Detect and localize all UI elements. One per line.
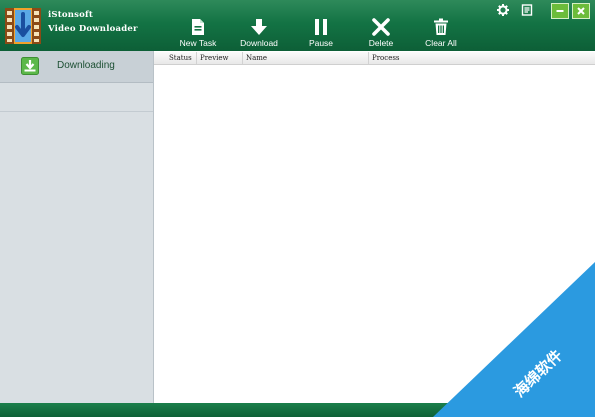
- table-header: Status Preview Name Process: [154, 52, 595, 65]
- title-bar: iStonsoft Video Downloader New Task Down…: [0, 0, 595, 51]
- new-task-label: New Task: [179, 38, 217, 48]
- sidebar: Downloading: [0, 51, 154, 403]
- download-icon: [21, 57, 39, 75]
- log-notes-icon[interactable]: [519, 3, 535, 17]
- column-header-status[interactable]: Status: [166, 52, 197, 64]
- close-x-icon: [372, 18, 390, 36]
- sidebar-item-label: Downloading: [57, 60, 115, 71]
- trash-icon: [434, 18, 448, 35]
- download-list: Status Preview Name Process: [154, 51, 595, 403]
- minimize-icon[interactable]: [551, 3, 569, 19]
- column-header-process[interactable]: Process: [369, 52, 595, 64]
- app-title-line2: Video Downloader: [48, 24, 138, 34]
- sidebar-item-downloading[interactable]: Downloading: [0, 51, 153, 83]
- close-icon[interactable]: [572, 3, 590, 19]
- sidebar-divider: [0, 111, 153, 112]
- app-logo-icon: [4, 6, 42, 46]
- column-header-preview[interactable]: Preview: [197, 52, 243, 64]
- download-label: Download: [240, 38, 278, 48]
- delete-label: Delete: [368, 38, 394, 48]
- app-title: iStonsoft Video Downloader: [48, 8, 138, 36]
- pause-icon: [315, 19, 327, 35]
- clear-all-label: Clear All: [425, 38, 457, 48]
- download-button[interactable]: Download: [229, 18, 289, 48]
- status-bar: [0, 403, 595, 417]
- app-title-line1: iStonsoft: [48, 10, 93, 20]
- new-task-button[interactable]: New Task: [168, 18, 228, 48]
- settings-gear-icon[interactable]: [495, 3, 511, 17]
- clear-all-button[interactable]: Clear All: [411, 18, 471, 48]
- pause-button[interactable]: Pause: [291, 18, 351, 48]
- pause-label: Pause: [308, 38, 334, 48]
- download-arrow-icon: [251, 19, 267, 35]
- column-header-name[interactable]: Name: [243, 52, 369, 64]
- delete-button[interactable]: Delete: [351, 18, 411, 48]
- document-icon: [192, 19, 204, 35]
